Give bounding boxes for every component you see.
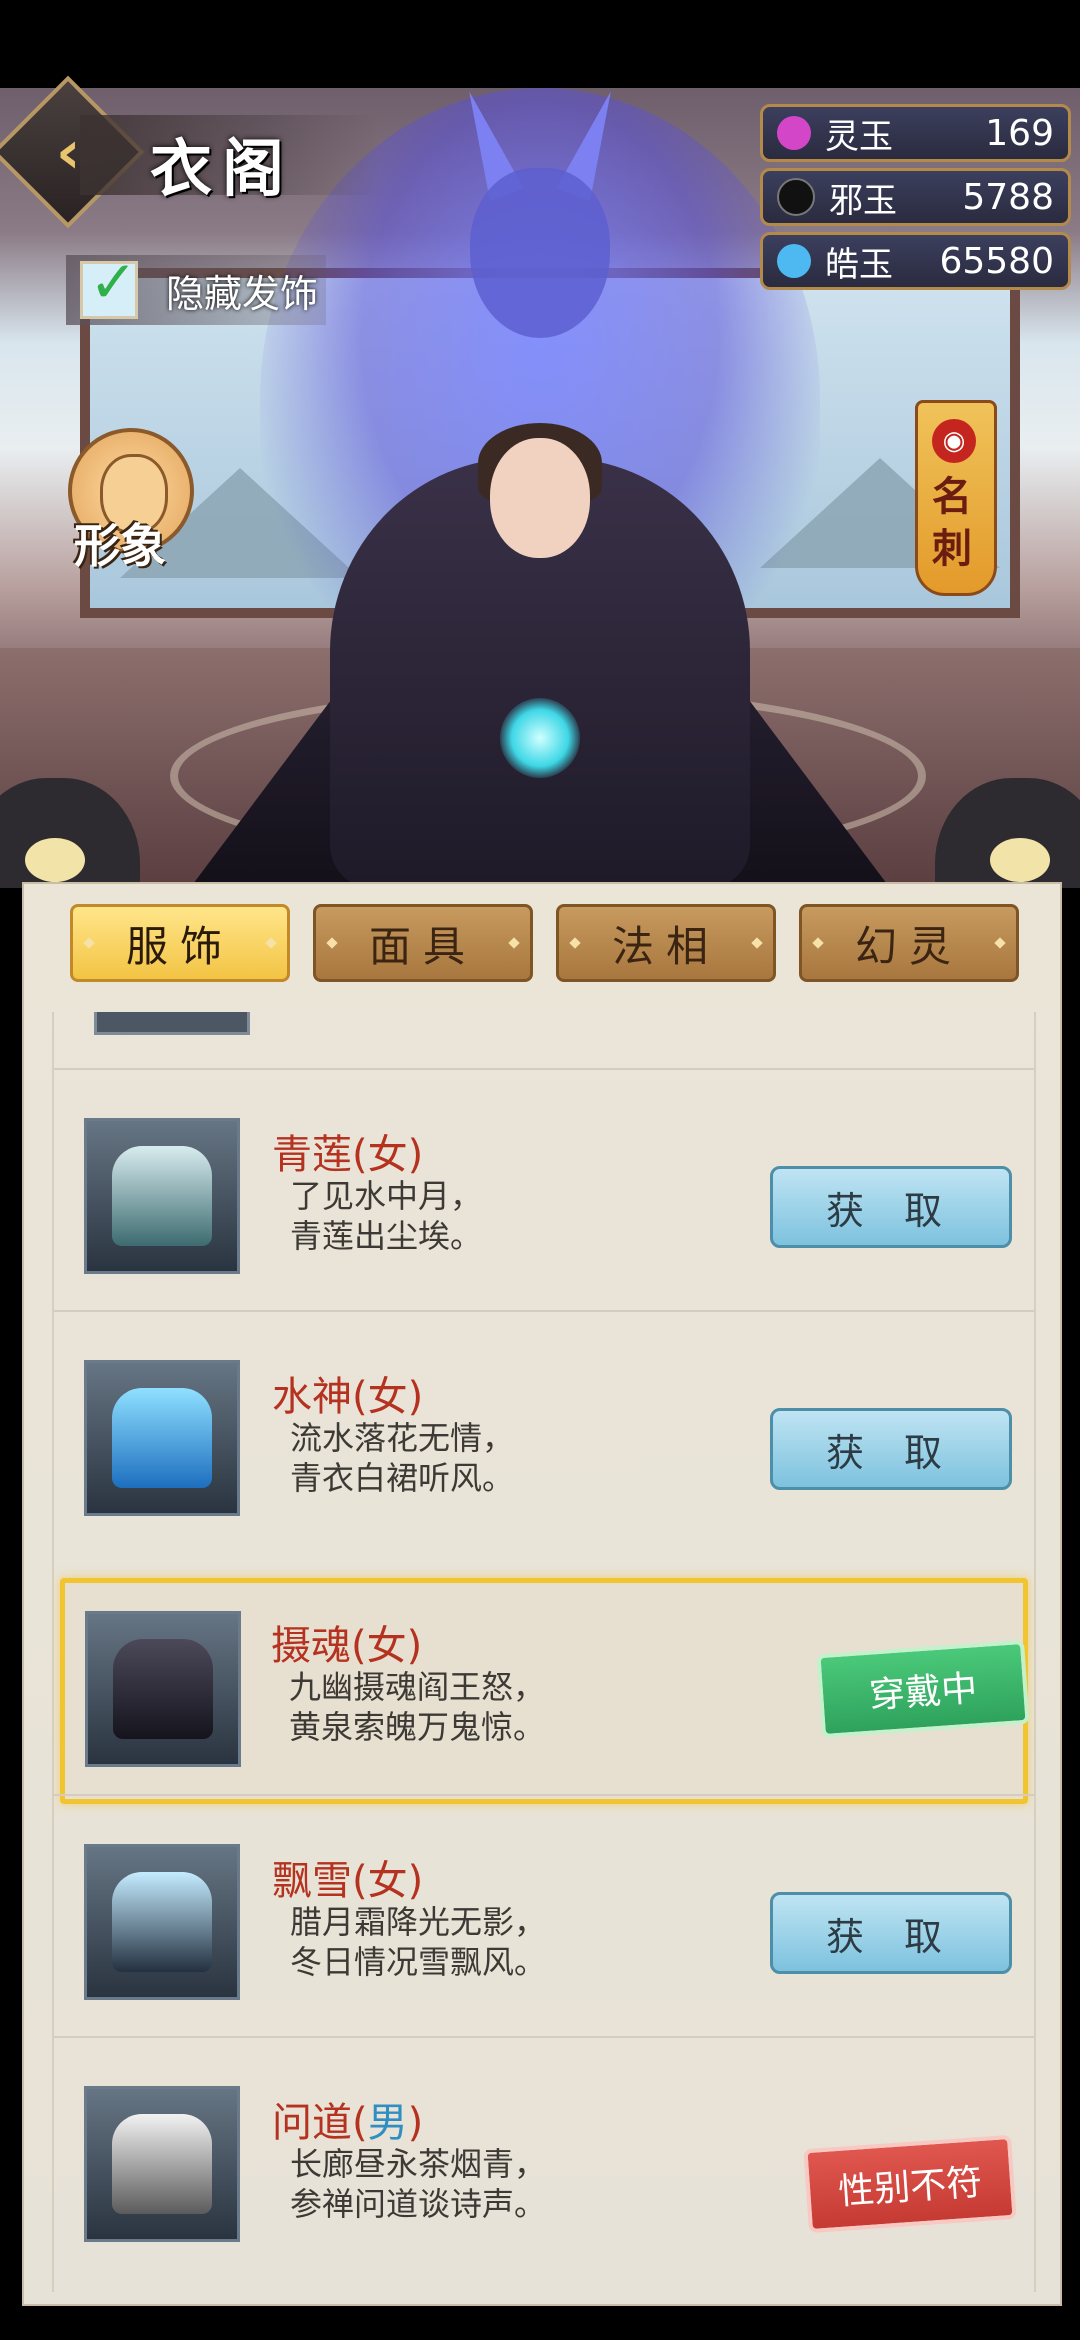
currency-name: 邪玉 (829, 180, 897, 221)
hide-accessory-checkbox[interactable]: ✓ (80, 248, 138, 319)
item-description: 流水落花无情， 青衣白裙听风。 (290, 1419, 515, 1497)
navigation-bar (0, 2315, 1080, 2340)
partial-item-thumbnail (94, 1012, 250, 1035)
wardrobe-panel: 服饰 面具 法相 幻灵 青莲(女) 了见水中月， 青莲出尘埃。 获 取 水神(女)… (22, 882, 1062, 2306)
list-item-selected: 摄魂(女) 九幽摄魂阎王怒， 黄泉索魄万鬼惊。 穿戴中 (60, 1578, 1030, 1804)
tab-label: 服饰 (125, 921, 234, 971)
currency-value: 169 (985, 112, 1054, 154)
item-description: 了见水中月， 青莲出尘埃。 (290, 1177, 483, 1255)
xieyu-icon (777, 178, 815, 216)
character-head (490, 438, 590, 558)
tab-costume[interactable]: 服饰 (70, 904, 290, 982)
item-name: 水神(女) (272, 1374, 424, 1420)
tab-label: 法相 (611, 921, 720, 971)
list-item: 飘雪(女) 腊月霜降光无影， 冬日情况雪飘风。 获 取 (54, 1794, 1034, 2038)
name-card-button[interactable]: ◉ 名刺 (915, 400, 997, 596)
item-name: 问道(男) (272, 2100, 424, 2146)
item-description: 腊月霜降光无影， 冬日情况雪飘风。 (290, 1903, 547, 1981)
wearing-badge: 穿戴中 (816, 1639, 1030, 1739)
get-button[interactable]: 获 取 (770, 1892, 1012, 1974)
name-card-label: 名刺 (932, 473, 972, 572)
tab-label: 面具 (368, 921, 477, 971)
checkmark-icon: ✓ (89, 248, 138, 316)
currency-name: 灵玉 (825, 116, 893, 157)
tab-dharma[interactable]: 法相 (556, 904, 776, 982)
gender-mismatch-badge: 性别不符 (803, 2134, 1017, 2234)
page-title: 衣阁 (150, 132, 295, 205)
list-item: 青莲(女) 了见水中月， 青莲出尘埃。 获 取 (54, 1068, 1034, 1312)
item-name: 飘雪(女) (272, 1858, 424, 1904)
get-button[interactable]: 获 取 (770, 1408, 1012, 1490)
costume-thumbnail (84, 2086, 240, 2242)
costume-thumbnail (85, 1611, 241, 1767)
currency-value: 65580 (939, 240, 1054, 282)
item-description: 长廊昼永茶烟青， 参禅问道谈诗声。 (290, 2145, 547, 2223)
appearance-label: 形象 (74, 519, 166, 573)
currency-value: 5788 (962, 176, 1054, 218)
list-item: 水神(女) 流水落花无情， 青衣白裙听风。 获 取 (54, 1310, 1034, 1554)
spirit-figure (470, 168, 610, 338)
currency-xieyu: 邪玉 5788 (760, 168, 1071, 226)
hide-accessory-label: 隐藏发饰 (166, 271, 319, 316)
item-name: 摄魂(女) (271, 1623, 423, 1669)
hide-accessory-toggle[interactable]: ✓ 隐藏发饰 (66, 248, 326, 325)
currency-name: 皓玉 (825, 244, 893, 285)
lingyu-icon (777, 116, 811, 150)
get-button[interactable]: 获 取 (770, 1166, 1012, 1248)
costume-thumbnail (84, 1360, 240, 1516)
spirit-orb (500, 698, 580, 778)
tab-label: 幻灵 (854, 921, 963, 971)
list-item: 问道(男) 长廊昼永茶烟青， 参禅问道谈诗声。 性别不符 (54, 2036, 1034, 2280)
currency-lingyu: 灵玉 169 (760, 104, 1071, 162)
currency-haoyu: 皓玉 65580 (760, 232, 1071, 290)
haoyu-icon (777, 244, 811, 278)
costume-list[interactable]: 青莲(女) 了见水中月， 青莲出尘埃。 获 取 水神(女) 流水落花无情， 青衣白裙… (52, 1012, 1036, 2292)
tab-phantom[interactable]: 幻灵 (799, 904, 1019, 982)
costume-thumbnail (84, 1118, 240, 1274)
seal-icon: ◉ (932, 419, 976, 463)
costume-thumbnail (84, 1844, 240, 2000)
status-bar (0, 0, 1080, 88)
item-description: 九幽摄魂阎王怒， 黄泉索魄万鬼惊。 (289, 1668, 546, 1746)
back-arrow-icon: ‹ (55, 116, 81, 187)
item-name: 青莲(女) (272, 1132, 424, 1178)
tab-mask[interactable]: 面具 (313, 904, 533, 982)
